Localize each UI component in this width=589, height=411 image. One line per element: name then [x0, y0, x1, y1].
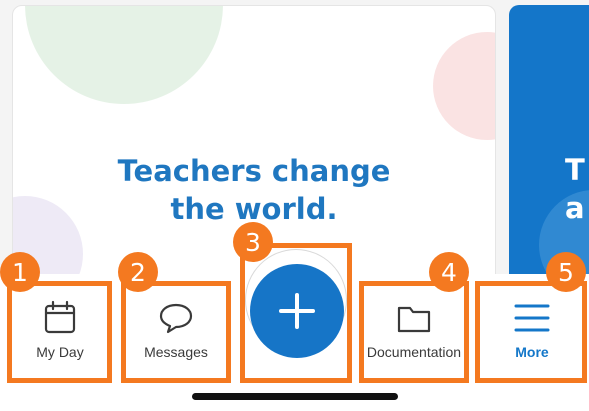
- home-indicator[interactable]: [192, 393, 398, 400]
- annotation-badge-3: 3: [233, 222, 273, 262]
- banner-tagline: Teachers change the world.: [13, 152, 495, 228]
- annotation-box-2: [121, 281, 231, 383]
- decor-circle-pink: [433, 32, 495, 140]
- next-card-line-2: a: [565, 191, 585, 225]
- annotation-box-4: [359, 281, 469, 383]
- annotation-box-1: [7, 281, 112, 383]
- annotation-badge-5: 5: [546, 252, 586, 292]
- next-card-line-1: T: [565, 153, 585, 187]
- annotation-box-3: [240, 243, 352, 383]
- annotation-badge-4: 4: [429, 252, 469, 292]
- annotation-badge-2: 2: [118, 252, 158, 292]
- annotation-badge-1: 1: [0, 252, 40, 292]
- next-card-text: T a: [565, 151, 585, 227]
- decor-circle-green: [25, 6, 223, 104]
- banner-line-1: Teachers change: [117, 154, 391, 188]
- annotation-box-5: [475, 281, 587, 383]
